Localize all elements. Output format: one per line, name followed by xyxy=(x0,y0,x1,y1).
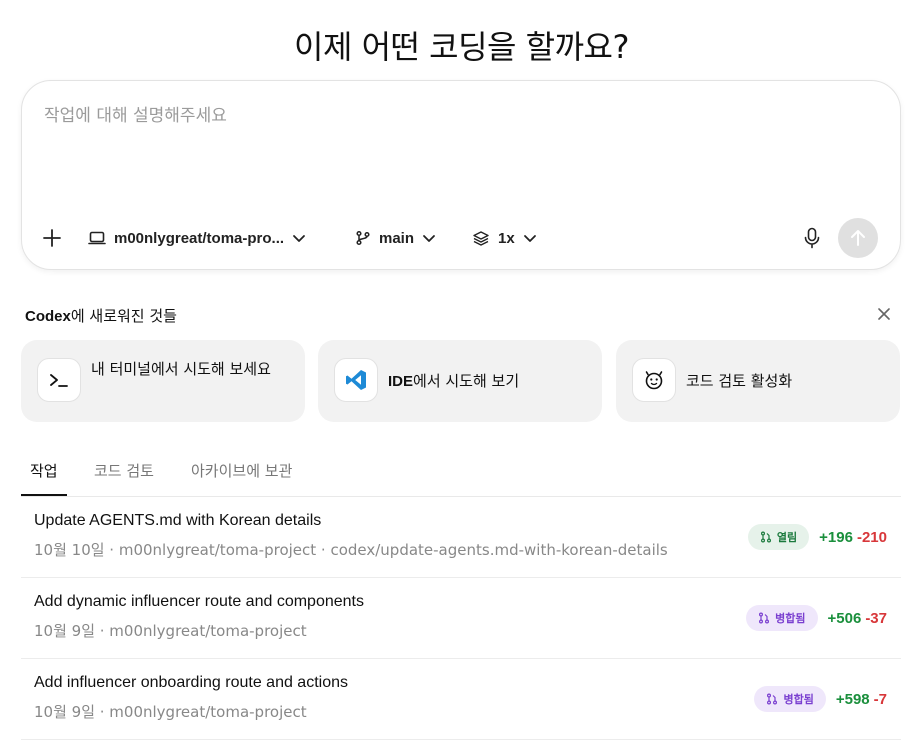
layers-icon xyxy=(473,231,489,246)
terminal-icon xyxy=(37,358,81,402)
code-review-card[interactable]: 코드 검토 활성화 xyxy=(616,340,900,422)
task-row[interactable]: Add influencer onboarding route and acti… xyxy=(21,659,901,740)
pull-request-icon xyxy=(760,531,771,543)
laptop-icon xyxy=(88,231,106,245)
status-label: 열림 xyxy=(776,531,798,544)
tab-archive[interactable]: 아카이브에 보관 xyxy=(191,460,292,496)
whats-new-title: Codex에 새로워진 것들 xyxy=(25,305,177,326)
whats-new-suffix: 에 새로워진 것들 xyxy=(70,307,177,325)
terminal-card[interactable]: 내 터미널에서 시도해 보세요 xyxy=(21,340,305,422)
page-heading: 이제 어떤 코딩을 할까요? xyxy=(294,28,629,66)
deletions-count: -7 xyxy=(873,690,887,708)
merge-icon xyxy=(759,612,770,624)
task-title: Add influencer onboarding route and acti… xyxy=(34,674,348,691)
code-review-card-label: 코드 검토 활성화 xyxy=(686,372,793,390)
voice-input-button[interactable] xyxy=(800,226,824,250)
additions-count: +506 xyxy=(827,609,862,627)
task-title: Add dynamic influencer route and compone… xyxy=(34,593,364,610)
ide-card[interactable]: IDE에서 시도해 보기 xyxy=(318,340,602,422)
task-meta: 10월 9일 · m00nlygreat/toma-project xyxy=(34,622,307,640)
additions-count: +598 xyxy=(835,690,870,708)
task-meta: 10월 9일 · m00nlygreat/toma-project xyxy=(34,703,307,721)
tab-tasks[interactable]: 작업 xyxy=(21,460,67,496)
task-title: Update AGENTS.md with Korean details xyxy=(34,512,322,529)
ide-label-bold: IDE xyxy=(388,373,414,390)
status-badge: 병합됨 xyxy=(754,686,826,712)
merge-icon xyxy=(767,693,778,705)
status-badge: 열림 xyxy=(747,524,810,550)
branch-name: main xyxy=(379,229,415,247)
ide-card-label: IDE에서 시도해 보기 xyxy=(388,370,588,393)
ide-label-rest: 에서 시도해 보기 xyxy=(413,372,520,390)
repo-selector[interactable]: m00nlygreat/toma-pro... xyxy=(88,218,306,258)
repo-name: m00nlygreat/toma-pro... xyxy=(114,229,285,247)
task-status-area: 병합됨 +598 -7 xyxy=(754,659,887,739)
versions-count: 1x xyxy=(498,229,515,247)
terminal-card-label: 내 터미널에서 시도해 보세요 xyxy=(91,360,271,378)
task-status-area: 병합됨 +506 -37 xyxy=(746,578,887,658)
add-button[interactable] xyxy=(42,218,62,258)
additions-count: +196 xyxy=(819,528,853,546)
branch-icon xyxy=(356,230,370,246)
task-tabs: 작업 코드 검토 아카이브에 보관 xyxy=(21,450,901,497)
composer-toolbar: m00nlygreat/toma-pro... main 1x xyxy=(22,218,900,258)
send-button[interactable] xyxy=(838,218,878,258)
task-meta: 10월 10일 · m00nlygreat/toma-project · cod… xyxy=(34,541,668,559)
chevron-down-icon xyxy=(523,235,536,242)
chevron-down-icon xyxy=(423,235,435,242)
status-label: 병합됨 xyxy=(783,693,814,706)
close-icon[interactable] xyxy=(876,306,892,322)
arrow-up-icon xyxy=(851,230,865,246)
deletions-count: -210 xyxy=(856,528,887,546)
vscode-icon xyxy=(334,358,378,402)
brand-name: Codex xyxy=(25,308,71,325)
task-description-input[interactable] xyxy=(44,101,864,191)
microphone-icon xyxy=(804,227,820,249)
task-row[interactable]: Add dynamic influencer route and compone… xyxy=(21,578,901,659)
status-badge: 병합됨 xyxy=(746,605,818,631)
task-status-area: 열림 +196 -210 xyxy=(747,497,887,577)
branch-selector[interactable]: main xyxy=(355,218,436,258)
code-review-icon xyxy=(632,358,676,402)
task-row[interactable]: Update AGENTS.md with Korean details 10월… xyxy=(21,497,901,578)
plus-icon xyxy=(43,229,61,247)
versions-selector[interactable]: 1x xyxy=(472,218,537,258)
task-composer: m00nlygreat/toma-pro... main 1x xyxy=(21,80,901,270)
status-label: 병합됨 xyxy=(775,612,806,625)
tab-code-review[interactable]: 코드 검토 xyxy=(94,460,154,496)
chevron-down-icon xyxy=(293,235,305,242)
deletions-count: -37 xyxy=(865,609,887,627)
